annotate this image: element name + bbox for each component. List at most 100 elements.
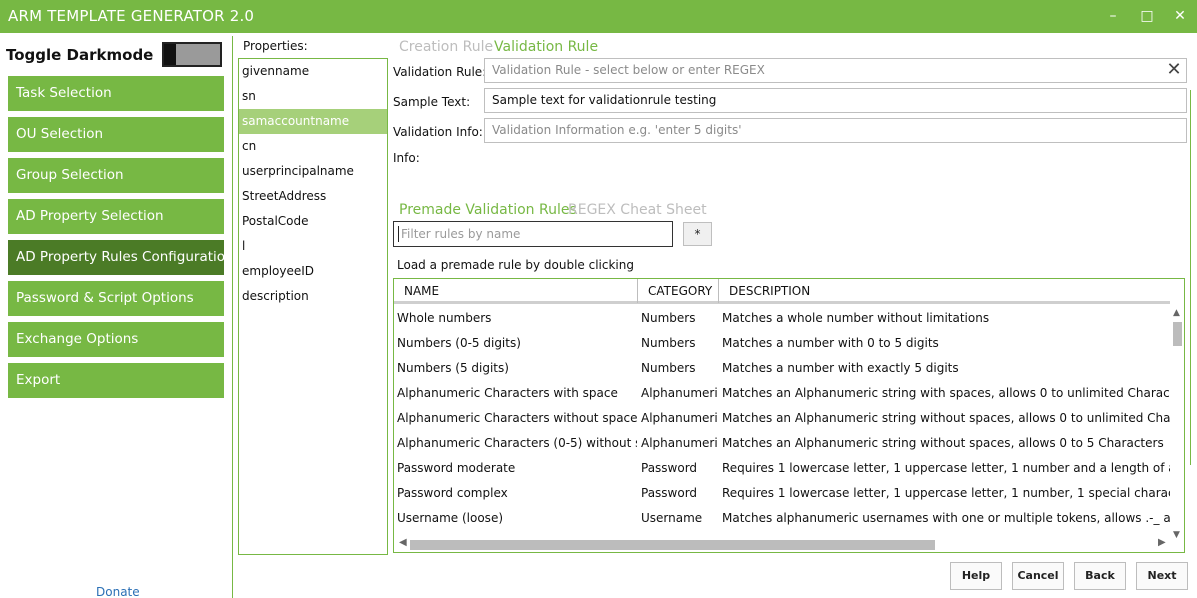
table-row[interactable]: Password moderate Password Requires 1 lo… bbox=[394, 456, 1170, 481]
scroll-left-icon[interactable]: ◀ bbox=[399, 537, 407, 548]
tab-premade-rules[interactable]: Premade Validation Rules bbox=[399, 202, 577, 218]
minimize-button[interactable]: – bbox=[1101, 6, 1125, 26]
filter-rules-input[interactable]: Filter rules by name bbox=[393, 221, 673, 247]
filter-placeholder: Filter rules by name bbox=[401, 227, 521, 241]
property-item[interactable]: l bbox=[239, 234, 387, 259]
cell-name: Alphanumeric Characters (0-5) without sp… bbox=[397, 436, 637, 450]
tab-creation-rule[interactable]: Creation Rule bbox=[399, 39, 493, 55]
scroll-right-icon[interactable]: ▶ bbox=[1158, 537, 1166, 548]
sidebar-item-export[interactable]: Export bbox=[8, 363, 224, 398]
cell-category: Numbers bbox=[641, 361, 696, 375]
table-row[interactable]: Numbers (5 digits) Numbers Matches a num… bbox=[394, 356, 1170, 381]
properties-list[interactable]: givenname sn samaccountname cn userprinc… bbox=[238, 58, 388, 555]
title-bar: ARM TEMPLATE GENERATOR 2.0 – □ ✕ bbox=[0, 0, 1197, 33]
table-row[interactable]: Whole numbers Numbers Matches a whole nu… bbox=[394, 306, 1170, 331]
cell-category: Password bbox=[641, 461, 698, 475]
premade-hint: Load a premade rule by double clicking bbox=[397, 258, 634, 272]
table-row[interactable]: Numbers (0-5 digits) Numbers Matches a n… bbox=[394, 331, 1170, 356]
cell-name: Alphanumeric Characters without space bbox=[397, 411, 637, 425]
wildcard-button[interactable]: * bbox=[683, 222, 712, 246]
table-row[interactable]: Alphanumeric Characters without space Al… bbox=[394, 406, 1170, 431]
vertical-scroll-thumb[interactable] bbox=[1173, 322, 1182, 346]
table-row[interactable]: Username (loose) Username Matches alphan… bbox=[394, 506, 1170, 531]
sidebar-item-exchange-options[interactable]: Exchange Options bbox=[8, 322, 224, 357]
toggle-knob bbox=[164, 44, 176, 65]
premade-rules-grid[interactable]: NAME CATEGORY DESCRIPTION Whole numbers … bbox=[393, 278, 1185, 553]
info-label: Info: bbox=[393, 151, 420, 165]
cell-category: Alphanumeric bbox=[641, 436, 717, 450]
property-item[interactable]: givenname bbox=[239, 59, 387, 84]
sidebar-item-task-selection[interactable]: Task Selection bbox=[8, 76, 224, 111]
property-item[interactable]: description bbox=[239, 284, 387, 309]
cell-description: Matches a number with 0 to 5 digits bbox=[722, 336, 939, 350]
panel-border bbox=[1190, 90, 1191, 465]
properties-label: Properties: bbox=[243, 39, 308, 53]
property-item[interactable]: userprincipalname bbox=[239, 159, 387, 184]
column-header-description[interactable]: DESCRIPTION bbox=[719, 279, 1169, 303]
sample-text-label: Sample Text: bbox=[393, 95, 471, 109]
cell-name: Password complex bbox=[397, 486, 508, 500]
maximize-button[interactable]: □ bbox=[1135, 6, 1159, 26]
scroll-up-icon[interactable]: ▲ bbox=[1173, 308, 1180, 318]
cell-description: Matches a whole number without limitatio… bbox=[722, 311, 990, 325]
tab-regex-cheat-sheet[interactable]: REGEX Cheat Sheet bbox=[568, 202, 707, 218]
cell-description: Requires 1 lowercase letter, 1 uppercase… bbox=[722, 486, 1170, 500]
validation-info-input[interactable]: Validation Information e.g. 'enter 5 dig… bbox=[484, 118, 1187, 143]
app-title: ARM TEMPLATE GENERATOR 2.0 bbox=[8, 7, 255, 25]
tab-validation-rule[interactable]: Validation Rule bbox=[494, 39, 598, 55]
horizontal-scroll-thumb[interactable] bbox=[410, 540, 935, 550]
sidebar-divider bbox=[232, 36, 233, 598]
scroll-down-icon[interactable]: ▼ bbox=[1173, 530, 1180, 540]
vertical-scrollbar[interactable]: ▲ ▼ bbox=[1170, 306, 1184, 540]
cell-category: Password bbox=[641, 486, 698, 500]
donate-link[interactable]: Donate bbox=[96, 585, 140, 598]
cell-category: Alphanumeric bbox=[641, 411, 717, 425]
clear-icon[interactable]: ✕ bbox=[1166, 61, 1182, 79]
table-row[interactable]: Alphanumeric Characters (0-5) without sp… bbox=[394, 431, 1170, 456]
cell-category: Username bbox=[641, 511, 703, 525]
horizontal-scrollbar[interactable]: ◀ ▶ bbox=[394, 537, 1170, 552]
property-item[interactable]: PostalCode bbox=[239, 209, 387, 234]
column-header-category[interactable]: CATEGORY bbox=[638, 279, 718, 303]
darkmode-toggle[interactable] bbox=[162, 42, 222, 67]
darkmode-toggle-label: Toggle Darkmode bbox=[6, 46, 154, 64]
cell-description: Requires 1 lowercase letter, 1 uppercase… bbox=[722, 461, 1170, 475]
cell-description: Matches an Alphanumeric string without s… bbox=[722, 411, 1170, 425]
property-item-selected[interactable]: samaccountname bbox=[239, 109, 387, 134]
cell-name: Numbers (0-5 digits) bbox=[397, 336, 521, 350]
cell-description: Matches alphanumeric usernames with one … bbox=[722, 511, 1170, 525]
table-row[interactable]: Alphanumeric Characters with space Alpha… bbox=[394, 381, 1170, 406]
grid-header: NAME CATEGORY DESCRIPTION bbox=[394, 279, 1170, 304]
property-item[interactable]: sn bbox=[239, 84, 387, 109]
cancel-button[interactable]: Cancel bbox=[1012, 562, 1064, 590]
cell-name: Numbers (5 digits) bbox=[397, 361, 509, 375]
cell-name: Alphanumeric Characters with space bbox=[397, 386, 618, 400]
property-item[interactable]: cn bbox=[239, 134, 387, 159]
cell-name: Password moderate bbox=[397, 461, 516, 475]
help-button[interactable]: Help bbox=[950, 562, 1002, 590]
cell-description: Matches an Alphanumeric string without s… bbox=[722, 436, 1164, 450]
sidebar-item-ad-property-rules[interactable]: AD Property Rules Configuration bbox=[8, 240, 234, 275]
sidebar-item-ad-property-selection[interactable]: AD Property Selection bbox=[8, 199, 224, 234]
table-row[interactable]: Password complex Password Requires 1 low… bbox=[394, 481, 1170, 506]
sidebar-item-ou-selection[interactable]: OU Selection bbox=[8, 117, 224, 152]
cell-description: Matches an Alphanumeric string with spac… bbox=[722, 386, 1170, 400]
back-button[interactable]: Back bbox=[1074, 562, 1126, 590]
text-caret bbox=[398, 226, 399, 242]
cell-name: Whole numbers bbox=[397, 311, 492, 325]
validation-rule-label: Validation Rule: bbox=[393, 65, 487, 79]
cell-category: Numbers bbox=[641, 311, 696, 325]
property-item[interactable]: employeeID bbox=[239, 259, 387, 284]
validation-info-label: Validation Info: bbox=[393, 125, 483, 139]
next-button[interactable]: Next bbox=[1136, 562, 1188, 590]
sample-text-input[interactable]: Sample text for validationrule testing bbox=[484, 88, 1187, 113]
cell-description: Matches a number with exactly 5 digits bbox=[722, 361, 959, 375]
sidebar-item-group-selection[interactable]: Group Selection bbox=[8, 158, 224, 193]
cell-category: Numbers bbox=[641, 336, 696, 350]
validation-rule-input[interactable]: Validation Rule - select below or enter … bbox=[484, 58, 1187, 83]
sidebar-item-password-script-options[interactable]: Password & Script Options bbox=[8, 281, 224, 316]
property-item[interactable]: StreetAddress bbox=[239, 184, 387, 209]
close-window-button[interactable]: ✕ bbox=[1168, 6, 1192, 26]
cell-name: Username (loose) bbox=[397, 511, 504, 525]
column-header-name[interactable]: NAME bbox=[394, 279, 637, 303]
